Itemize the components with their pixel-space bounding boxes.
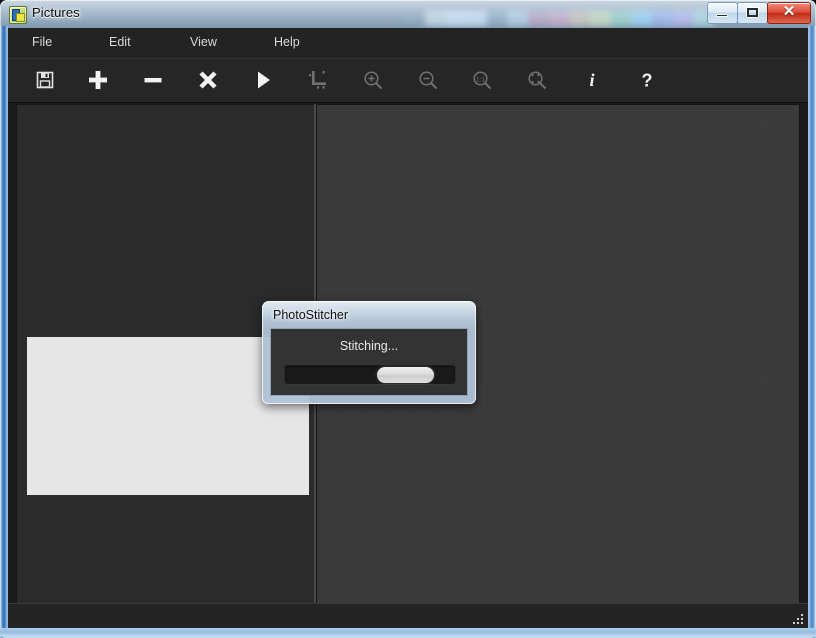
- close-button[interactable]: ✕: [767, 2, 811, 24]
- stitch-button[interactable]: [246, 64, 280, 96]
- menu-item-edit[interactable]: Edit: [105, 35, 135, 49]
- floppy-disk-icon: [36, 71, 54, 89]
- restore-button[interactable]: [737, 2, 768, 24]
- status-bar: [8, 603, 808, 628]
- progress-bar: [284, 365, 456, 385]
- window-title: Pictures: [32, 5, 80, 20]
- zoom-actual-button[interactable]: 1:1: [465, 64, 499, 96]
- restore-icon: [747, 8, 758, 17]
- svg-text:1:1: 1:1: [476, 76, 485, 83]
- clear-button[interactable]: [191, 64, 225, 96]
- dialog-title: PhotoStitcher: [273, 308, 349, 322]
- toolbar: 1:1 i ?: [8, 58, 808, 103]
- info-i-icon: i: [589, 70, 594, 90]
- play-triangle-icon: [258, 71, 270, 89]
- progress-bar-marquee-chunk: [376, 367, 434, 383]
- zoom-in-icon: [364, 71, 383, 90]
- zoom-in-button[interactable]: [356, 64, 390, 96]
- resize-grip-icon[interactable]: [790, 611, 803, 624]
- zoom-fit-button[interactable]: [520, 64, 554, 96]
- zoom-out-button[interactable]: [411, 64, 445, 96]
- dialog-body: Stitching...: [270, 328, 468, 396]
- thumbnail-tent-camp[interactable]: [31, 139, 293, 335]
- minimize-icon: [716, 14, 728, 17]
- zoom-out-icon: [419, 71, 438, 90]
- question-mark-icon: ?: [642, 71, 653, 91]
- minimize-button[interactable]: [707, 2, 738, 24]
- photostitcher-progress-dialog[interactable]: PhotoStitcher Stitching...: [262, 301, 476, 404]
- info-button[interactable]: i: [575, 64, 609, 96]
- menu-item-help[interactable]: Help: [270, 35, 304, 49]
- window-border-bottom[interactable]: [0, 628, 816, 638]
- dialog-status-text: Stitching...: [339, 339, 399, 353]
- zoom-1to1-icon: 1:1: [473, 71, 492, 90]
- plus-icon: [89, 71, 107, 89]
- thumbnail-frame: [31, 139, 293, 335]
- window-border-left[interactable]: [0, 26, 8, 638]
- remove-button[interactable]: [136, 64, 170, 96]
- window-border-right[interactable]: [808, 26, 816, 638]
- svg-text:?: ?: [642, 71, 653, 91]
- zoom-fit-icon: [528, 71, 547, 90]
- help-button[interactable]: ?: [630, 64, 664, 96]
- close-x-icon: [199, 71, 217, 89]
- application-window: Pictures ✕ File Edit View Help 1:1 i ? P…: [0, 0, 816, 638]
- pictures-app-icon: [9, 6, 27, 24]
- save-button[interactable]: [28, 64, 62, 96]
- minus-icon: [144, 78, 162, 83]
- crop-button[interactable]: [301, 64, 335, 96]
- menu-item-view[interactable]: View: [186, 35, 221, 49]
- crop-icon: [309, 71, 326, 89]
- menu-bar: File Edit View Help: [8, 28, 808, 59]
- svg-text:i: i: [589, 70, 594, 90]
- close-icon: ✕: [782, 3, 796, 20]
- title-bar[interactable]: Pictures ✕: [0, 0, 816, 28]
- add-button[interactable]: [81, 64, 115, 96]
- menu-item-file[interactable]: File: [28, 35, 56, 49]
